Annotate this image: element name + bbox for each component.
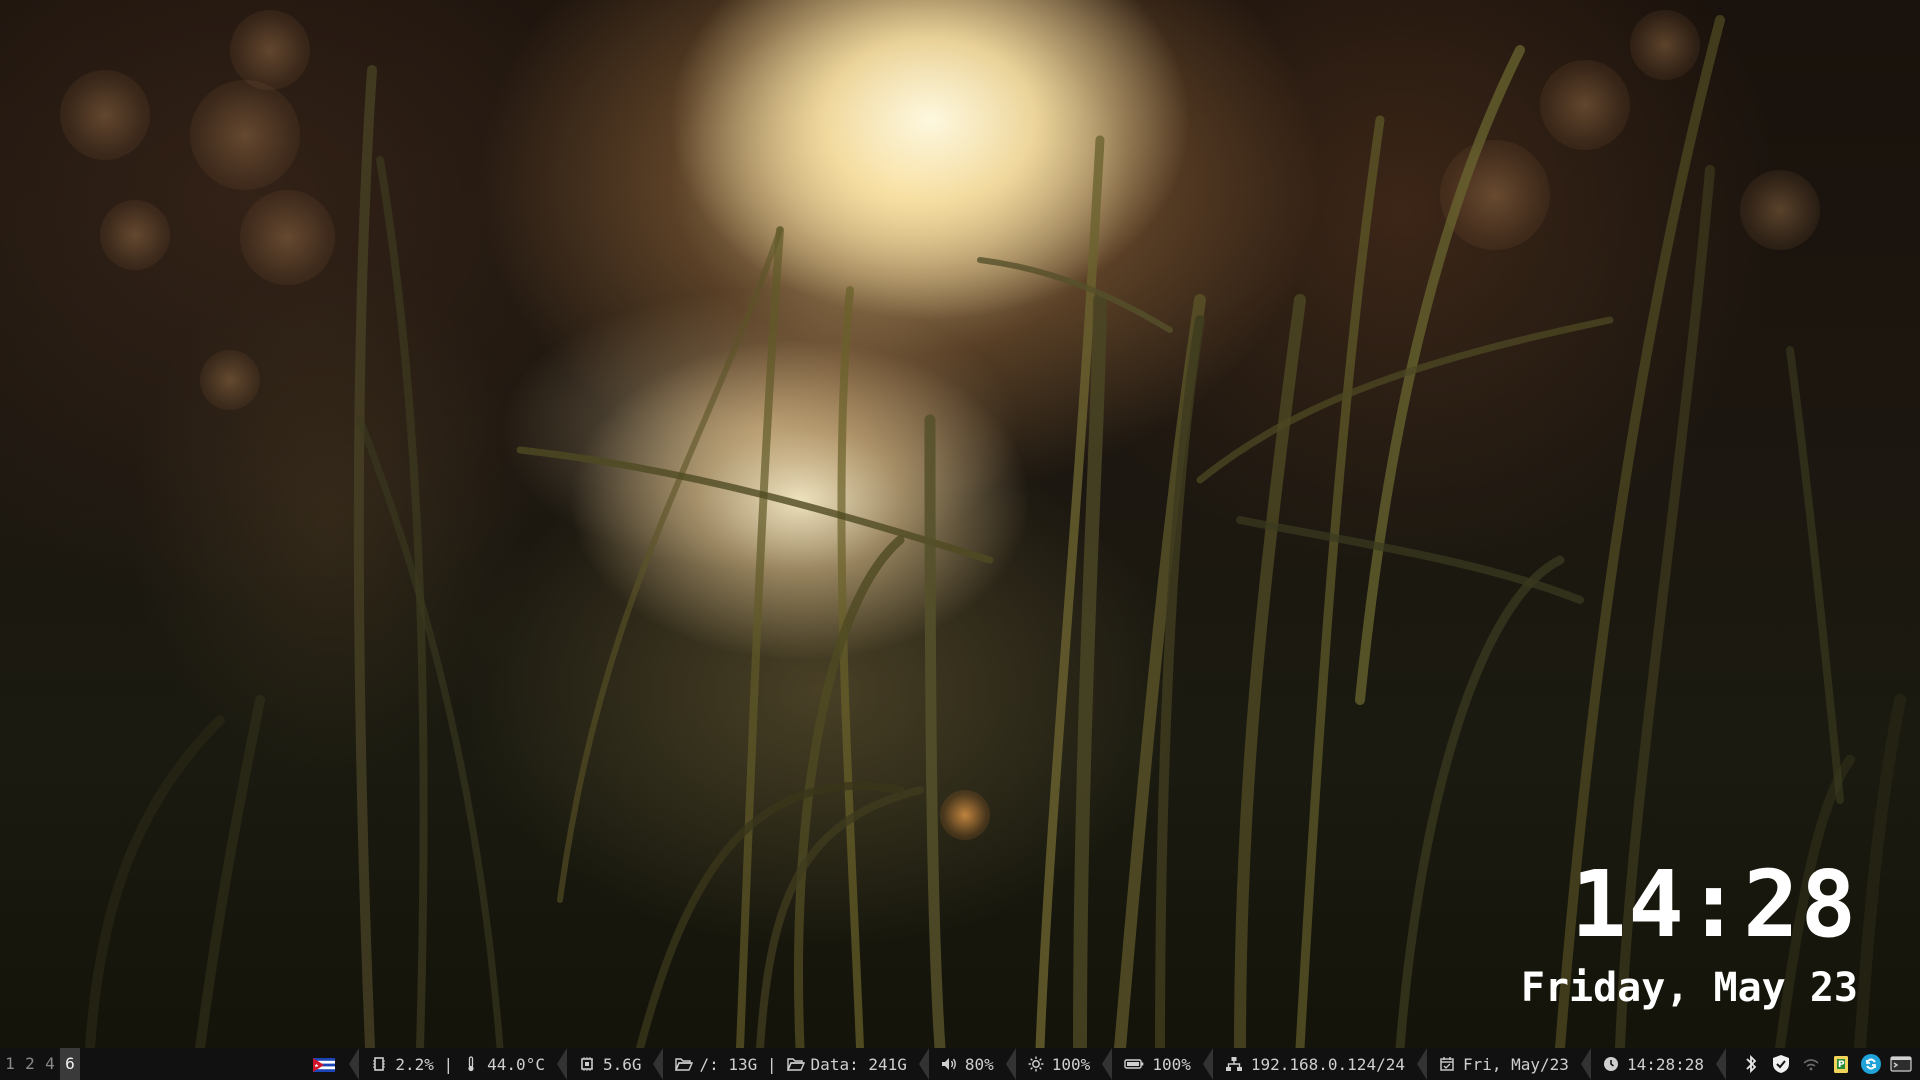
memory-chip-icon bbox=[579, 1056, 595, 1072]
flag-icon[interactable] bbox=[313, 1057, 336, 1072]
workspace-1[interactable]: 1 bbox=[0, 1048, 20, 1080]
bar-separator bbox=[1416, 1048, 1427, 1080]
terminal-icon[interactable] bbox=[1890, 1053, 1912, 1075]
calendar-icon bbox=[1439, 1056, 1455, 1072]
disk-data-text: Data: 241G bbox=[810, 1054, 907, 1074]
desktop: 14:28 Friday, May 23 1 2 4 6 2.2% | 44.0… bbox=[0, 0, 1920, 1080]
cpu-temp-text: 44.0°C bbox=[487, 1054, 545, 1074]
network-module[interactable]: 192.168.0.124/24 bbox=[1213, 1048, 1417, 1080]
workspace-6[interactable]: 6 bbox=[60, 1048, 80, 1080]
bar-separator bbox=[1202, 1048, 1213, 1080]
system-tray: P bbox=[1726, 1053, 1912, 1075]
brightness-module[interactable]: 100% bbox=[1016, 1048, 1103, 1080]
memory-text: 5.6G bbox=[602, 1054, 642, 1074]
vpn-shield-icon[interactable] bbox=[1770, 1053, 1792, 1075]
memory-module[interactable]: 5.6G bbox=[567, 1048, 654, 1080]
time-module[interactable]: 14:28:28 bbox=[1591, 1048, 1716, 1080]
bluetooth-icon[interactable] bbox=[1740, 1053, 1762, 1075]
disk-module[interactable]: /: 13G | Data: 241G bbox=[663, 1048, 918, 1080]
speaker-icon bbox=[941, 1056, 957, 1072]
bar-separator bbox=[918, 1048, 929, 1080]
status-bar: 1 2 4 6 2.2% | 44.0°C 5.6G /: 13G | Data… bbox=[0, 1048, 1920, 1080]
desktop-clock-time: 14:28 bbox=[1571, 851, 1858, 958]
bar-separator bbox=[349, 1048, 360, 1080]
bar-separator bbox=[1716, 1048, 1726, 1080]
workspace-switcher: 1 2 4 6 bbox=[0, 1048, 80, 1080]
bar-separator bbox=[1005, 1048, 1016, 1080]
folder-open-icon bbox=[786, 1056, 805, 1072]
bar-modules: 2.2% | 44.0°C 5.6G /: 13G | Data: 241G 8… bbox=[313, 1048, 1920, 1080]
svg-text:P: P bbox=[1838, 1060, 1845, 1070]
cpu-module[interactable]: 2.2% | 44.0°C bbox=[359, 1048, 557, 1080]
network-text: 192.168.0.124/24 bbox=[1250, 1054, 1405, 1074]
bar-separator bbox=[653, 1048, 664, 1080]
sync-icon[interactable] bbox=[1860, 1053, 1882, 1075]
bar-separator bbox=[1102, 1048, 1113, 1080]
battery-icon bbox=[1124, 1056, 1144, 1072]
desktop-clock-date: Friday, May 23 bbox=[1520, 965, 1858, 1011]
clock-icon bbox=[1603, 1056, 1619, 1072]
time-text: 14:28:28 bbox=[1626, 1054, 1704, 1074]
cpu-icon bbox=[371, 1056, 387, 1072]
date-module[interactable]: Fri, May/23 bbox=[1427, 1048, 1581, 1080]
battery-module[interactable]: 100% bbox=[1112, 1048, 1203, 1080]
date-text: Fri, May/23 bbox=[1462, 1054, 1569, 1074]
thermometer-icon bbox=[463, 1056, 479, 1072]
cpu-usage-text: 2.2% | bbox=[395, 1054, 454, 1074]
sun-icon bbox=[1028, 1056, 1044, 1072]
disk-root-text: /: 13G | bbox=[699, 1054, 777, 1074]
battery-text: 100% bbox=[1152, 1054, 1191, 1074]
volume-module[interactable]: 80% bbox=[929, 1048, 1006, 1080]
bar-separator bbox=[1580, 1048, 1591, 1080]
clipboard-icon[interactable]: P bbox=[1830, 1053, 1852, 1075]
folder-open-icon bbox=[675, 1056, 694, 1072]
network-icon bbox=[1225, 1056, 1243, 1072]
workspace-4[interactable]: 4 bbox=[40, 1048, 60, 1080]
volume-text: 80% bbox=[964, 1054, 994, 1074]
brightness-text: 100% bbox=[1051, 1054, 1091, 1074]
bar-separator bbox=[556, 1048, 567, 1080]
workspace-2[interactable]: 2 bbox=[20, 1048, 40, 1080]
wifi-icon[interactable] bbox=[1800, 1053, 1822, 1075]
